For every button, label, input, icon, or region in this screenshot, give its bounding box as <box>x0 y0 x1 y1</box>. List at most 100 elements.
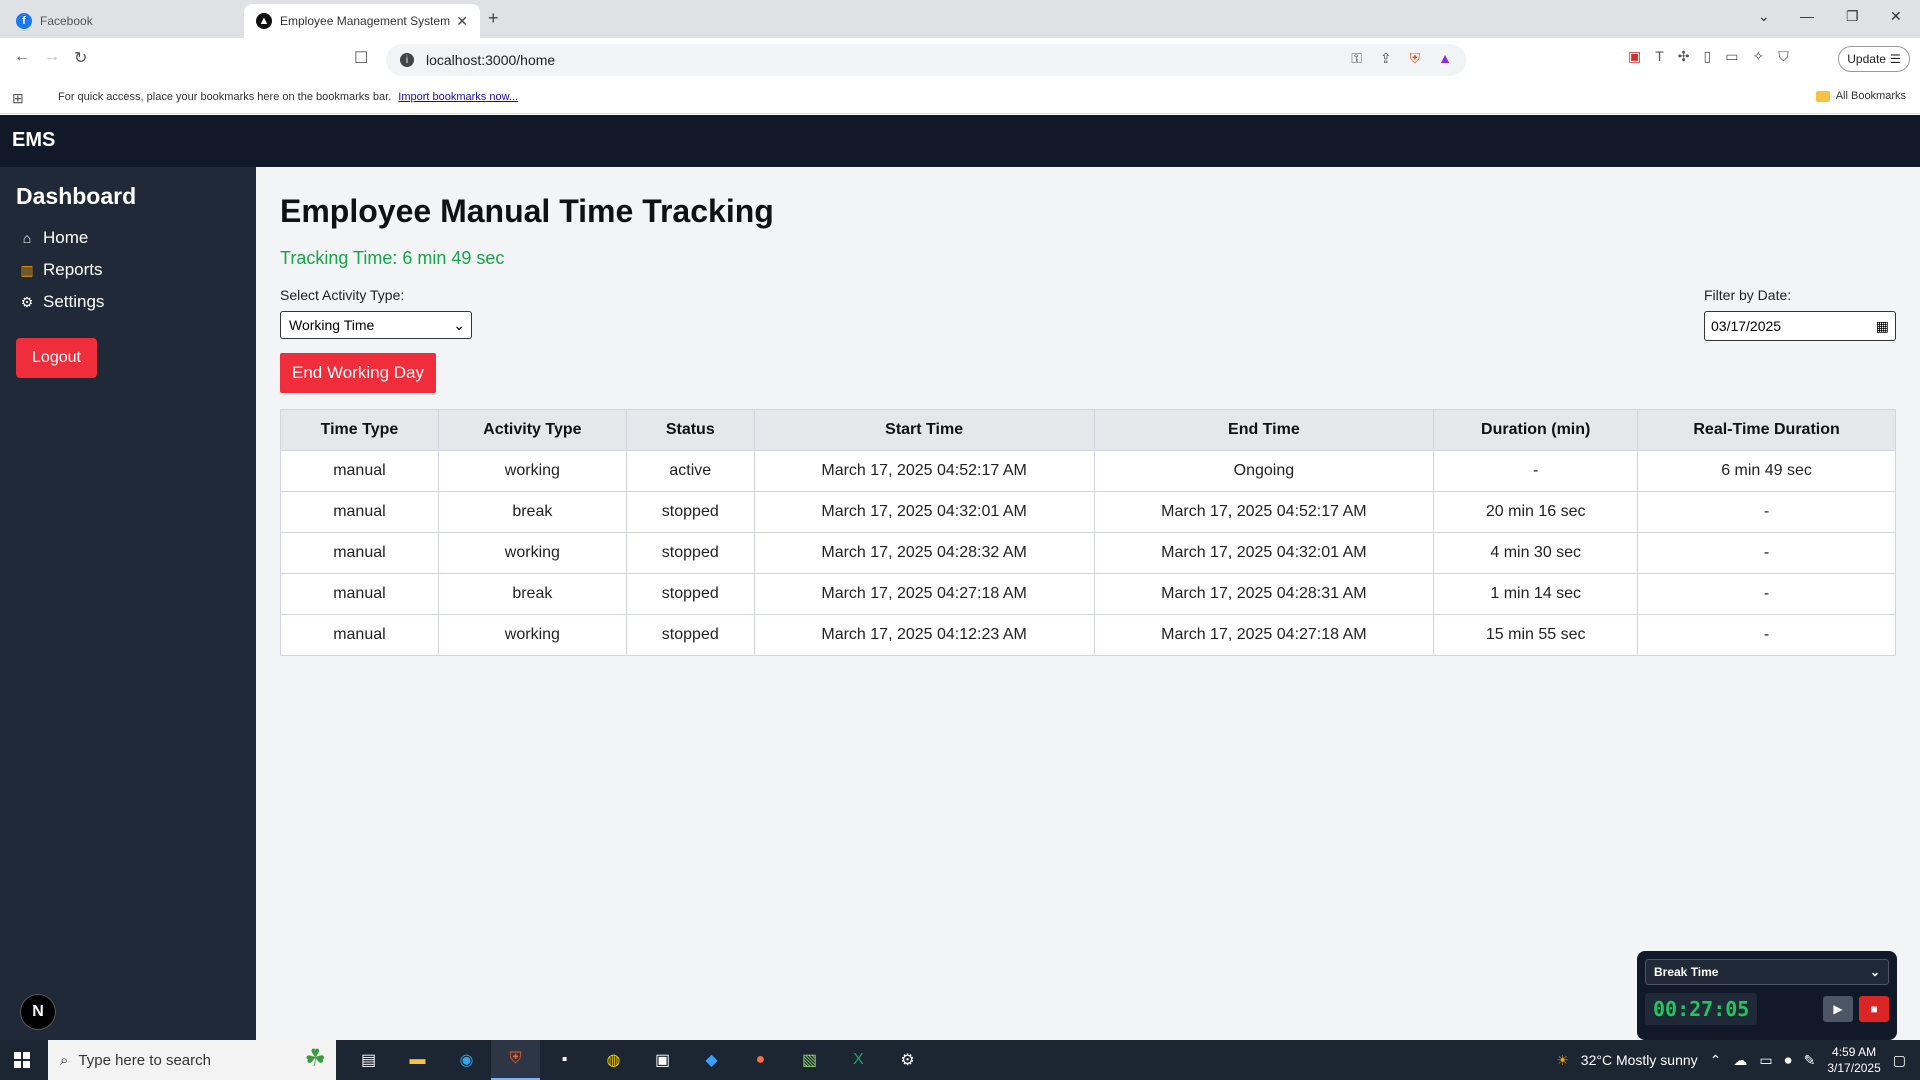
apps-grid-icon[interactable]: ⊞ <box>12 90 24 107</box>
time-entries-table: Time Type Activity Type Status Start Time En… <box>280 409 1896 656</box>
sidebar-item-label: Reports <box>43 260 103 279</box>
back-icon[interactable]: ← <box>14 48 30 66</box>
brave-shield-icon[interactable]: ⛨ <box>1410 50 1421 67</box>
leo-ai-icon[interactable]: ✧ <box>1752 48 1764 65</box>
facebook-icon: f <box>16 13 32 29</box>
brave-icon[interactable]: ⛨ <box>491 1040 540 1080</box>
restore-icon[interactable]: ❐ <box>1846 8 1859 25</box>
sidebar-item-settings[interactable]: ⚙ Settings <box>16 286 240 318</box>
update-button[interactable]: Update ☰ <box>1838 46 1910 72</box>
system-tray: ☀ 32°C Mostly sunny ⌃ ☁ ▭ ⏺ ✎ 4:59 AM 3/… <box>1556 1040 1920 1080</box>
cloud-icon[interactable]: ☁ <box>1733 1052 1747 1069</box>
sidebar-item-home[interactable]: ⌂ Home <box>16 222 240 254</box>
page-title: Employee Manual Time Tracking <box>280 193 774 229</box>
notifications-icon[interactable]: ▢ <box>1893 1052 1906 1069</box>
table-cell: March 17, 2025 04:12:23 AM <box>753 614 1095 656</box>
table-cell: stopped <box>625 491 755 533</box>
notion-icon[interactable]: ▣ <box>638 1040 687 1080</box>
puzzle-icon[interactable]: ✣ <box>1678 48 1690 65</box>
play-icon: ▶ <box>1833 1002 1843 1016</box>
tab-title: Employee Management System <box>280 14 451 28</box>
table-cell: manual <box>280 450 439 492</box>
end-working-day-button[interactable]: End Working Day <box>280 353 436 393</box>
play-button[interactable]: ▶ <box>1823 996 1853 1022</box>
file-explorer-icon[interactable]: ▬ <box>393 1040 442 1080</box>
table-header-row: Time Type Activity Type Status Start Time En… <box>280 409 1896 451</box>
sidebar-icon[interactable]: ▯ <box>1704 48 1712 65</box>
tray-chevron-icon[interactable]: ⌃ <box>1710 1052 1722 1069</box>
table-cell: March 17, 2025 04:27:18 AM <box>1093 614 1435 656</box>
chevron-down-icon: ⌄ <box>453 316 465 333</box>
task-view-icon[interactable]: ▤ <box>344 1040 393 1080</box>
excel-icon[interactable]: X <box>834 1040 883 1080</box>
timer-mode-select[interactable]: Break Time ⌄ <box>1645 959 1889 985</box>
bookmarks-message-text: For quick access, place your bookmarks h… <box>58 91 392 103</box>
clock-time: 4:59 AM <box>1832 1045 1877 1059</box>
taskbar-clock[interactable]: 4:59 AM 3/17/2025 <box>1827 1044 1880 1076</box>
taskbar-search[interactable]: ⌕ Type here to search ☘ <box>48 1040 336 1080</box>
settings-app-icon[interactable]: ⚙ <box>883 1040 932 1080</box>
weather-text[interactable]: 32°C Mostly sunny <box>1581 1052 1698 1068</box>
date-filter-label: Filter by Date: <box>1704 287 1792 303</box>
forward-icon[interactable]: → <box>44 48 60 66</box>
wallet-icon[interactable]: ▭ <box>1725 48 1738 65</box>
extension-icons: ▣ T ✣ ▯ ▭ ✧ ⛉ <box>1628 48 1789 65</box>
nextjs-badge[interactable]: N <box>20 994 56 1030</box>
column-header: Real-Time Duration <box>1637 409 1896 451</box>
network-icon[interactable]: ▭ <box>1759 1052 1772 1069</box>
table-cell: March 17, 2025 04:28:32 AM <box>753 532 1095 574</box>
bookmark-icon[interactable]: ☐ <box>354 48 368 68</box>
taskbar-search-placeholder: Type here to search <box>78 1051 211 1069</box>
postman-like-icon[interactable]: ◍ <box>589 1040 638 1080</box>
calendar-icon[interactable]: ▦ <box>1876 318 1889 335</box>
close-tab-icon[interactable]: ✕ <box>456 13 468 30</box>
table-cell: - <box>1637 614 1896 656</box>
sidebar-item-reports[interactable]: ▥ Reports <box>16 254 240 286</box>
brand-logo[interactable]: EMS <box>12 129 55 151</box>
stop-icon: ■ <box>1870 1002 1878 1016</box>
date-filter-input[interactable]: 03/17/2025 ▦ <box>1704 311 1896 341</box>
terminal-icon[interactable]: ▪ <box>540 1040 589 1080</box>
edge-icon[interactable]: ◉ <box>442 1040 491 1080</box>
close-window-icon[interactable]: ✕ <box>1890 8 1902 25</box>
site-info-icon[interactable]: i <box>400 53 414 67</box>
notepad-icon[interactable]: ▧ <box>785 1040 834 1080</box>
table-cell: stopped <box>625 573 755 615</box>
table-cell: break <box>437 573 627 615</box>
table-cell: 15 min 55 sec <box>1433 614 1639 656</box>
translate-icon[interactable]: T <box>1655 48 1664 65</box>
table-cell: March 17, 2025 04:32:01 AM <box>1093 532 1435 574</box>
table-cell: working <box>437 614 627 656</box>
table-cell: - <box>1637 532 1896 574</box>
tab-facebook[interactable]: f Facebook <box>4 4 244 38</box>
minimize-icon[interactable]: — <box>1800 8 1814 24</box>
microphone-icon[interactable]: ⏺ <box>1785 1052 1792 1069</box>
url-bar[interactable]: i localhost:3000/home ⚿ ⇪ ⛨ ▲ <box>386 44 1466 76</box>
sidebar-item-label: Home <box>43 228 89 247</box>
search-icon: ⌕ <box>60 1051 69 1069</box>
postman-icon[interactable]: ● <box>736 1040 785 1080</box>
sidebar: Dashboard ⌂ Home ▥ Reports ⚙ Settings Lo… <box>0 167 256 1040</box>
column-header: Start Time <box>753 409 1095 451</box>
vscode-icon[interactable]: ◆ <box>687 1040 736 1080</box>
share-icon[interactable]: ⇪ <box>1380 50 1392 67</box>
logout-button[interactable]: Logout <box>16 338 97 378</box>
sidebar-item-label: Settings <box>43 292 105 311</box>
key-icon[interactable]: ⚿ <box>1351 50 1362 67</box>
reload-icon[interactable]: ↻ <box>74 48 87 68</box>
table-cell: working <box>437 532 627 574</box>
new-tab-icon[interactable]: + <box>488 8 499 29</box>
tab-employee-management[interactable]: ▲ Employee Management System ✕ <box>244 4 480 38</box>
stop-button[interactable]: ■ <box>1859 996 1889 1022</box>
import-bookmarks-link[interactable]: Import bookmarks now... <box>398 91 518 103</box>
pen-icon[interactable]: ✎ <box>1804 1052 1816 1069</box>
app-header: EMS <box>0 115 1920 167</box>
extension-icon[interactable]: ▣ <box>1628 48 1641 65</box>
menu-icon: ☰ <box>1889 52 1901 66</box>
windows-start-icon[interactable] <box>14 1052 30 1068</box>
all-bookmarks-button[interactable]: All Bookmarks <box>1815 90 1906 102</box>
brave-rewards-icon[interactable]: ▲ <box>1438 50 1452 67</box>
activity-type-select[interactable]: Working Time ⌄ <box>280 311 472 339</box>
tab-search-icon[interactable]: ⌄ <box>1758 8 1770 25</box>
vpn-icon[interactable]: ⛉ <box>1778 48 1789 65</box>
